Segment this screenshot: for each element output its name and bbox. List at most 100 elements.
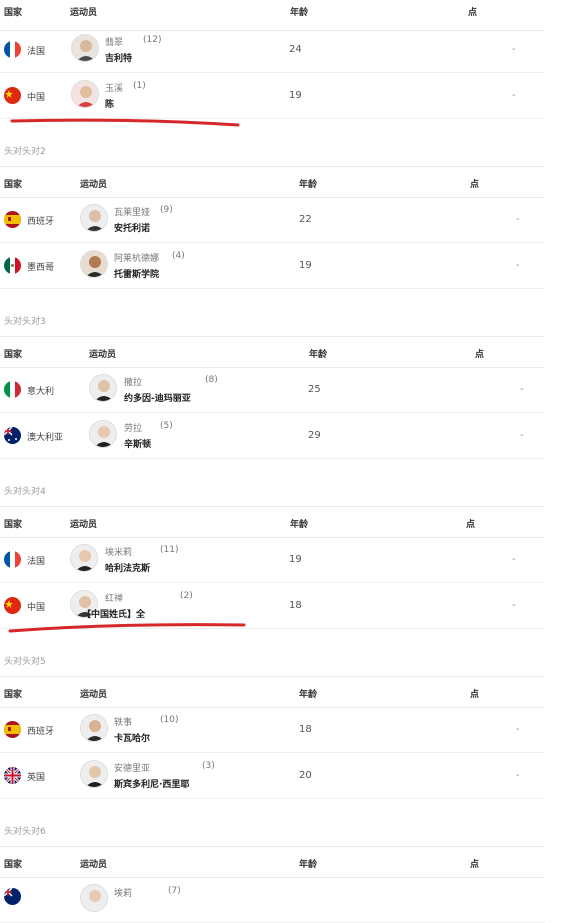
- section-title: 头对头对6: [4, 827, 46, 837]
- header-age: 年龄: [309, 350, 328, 360]
- country-name: 西班牙: [27, 727, 55, 737]
- athlete-avatar: [80, 884, 108, 912]
- points-value: -: [516, 724, 520, 735]
- section-title: 头对头对2: [4, 147, 46, 157]
- points-value: -: [512, 44, 516, 55]
- age-value: 18: [289, 600, 302, 611]
- country-name: 意大利: [27, 387, 55, 397]
- table-row[interactable]: 法国 埃米莉 (11) 哈利法克斯 19 -: [0, 536, 545, 583]
- athlete-family-name[interactable]: 斯宾多利尼·西里耶: [114, 777, 189, 790]
- athlete-family-name[interactable]: 哈利法克斯: [105, 561, 150, 574]
- table-header: 国家 运动员 年龄 点: [0, 676, 545, 708]
- athlete-avatar: [89, 374, 117, 402]
- athlete-given-name: 埃米莉: [105, 548, 133, 558]
- table-header: 国家 运动员 年龄 点: [0, 846, 545, 878]
- header-athlete: 运动员: [70, 520, 98, 530]
- athlete-avatar: [70, 544, 98, 572]
- athlete-family-name[interactable]: 约多因-迪玛丽亚: [124, 391, 191, 404]
- header-age: 年龄: [299, 860, 318, 870]
- table-row[interactable]: 西班牙 瓦莱里娅 (9) 安托利诺 22 -: [0, 196, 545, 243]
- athlete-given-name: 红禅: [105, 594, 124, 604]
- australia-flag-icon: [4, 427, 21, 444]
- athlete-avatar: [80, 714, 108, 742]
- athlete-given-name: 劳拉: [124, 424, 143, 434]
- table-row[interactable]: 墨西哥 阿莱杭德娜 (4) 托雷斯学院 19 -: [0, 242, 545, 289]
- athlete-family-name[interactable]: 托雷斯学院: [114, 267, 159, 280]
- country-name: 西班牙: [27, 217, 55, 227]
- table-row[interactable]: 英国 安德里亚 (3) 斯宾多利尼·西里耶 20 -: [0, 752, 545, 799]
- header-age: 年龄: [299, 180, 318, 190]
- athlete-given-name: 埃莉: [114, 889, 133, 899]
- athlete-given-name: 翡翠: [105, 38, 124, 48]
- header-country: 国家: [4, 180, 23, 190]
- age-value: 19: [289, 554, 302, 565]
- section-title: 头对头对3: [4, 317, 46, 327]
- table-row[interactable]: 中国 红禅 (2) 【中国姓氏】全 18 -: [0, 582, 545, 629]
- country-name: 中国: [27, 603, 46, 613]
- header-points: 点: [470, 860, 480, 870]
- china-flag-icon: [4, 87, 21, 104]
- table-header: 国家 运动员 年龄 点: [0, 336, 545, 368]
- age-value: 25: [308, 384, 321, 395]
- athlete-family-name[interactable]: 陈: [105, 97, 114, 110]
- table-row[interactable]: 埃莉 (7): [0, 876, 545, 923]
- athlete-family-name[interactable]: 【中国姓氏】全: [82, 607, 145, 620]
- header-age: 年龄: [299, 690, 318, 700]
- age-value: 18: [299, 724, 312, 735]
- points-value: -: [516, 214, 520, 225]
- seed-number: (4): [172, 251, 185, 261]
- spain-flag-icon: [4, 211, 21, 228]
- athlete-given-name: 撒拉: [124, 378, 143, 388]
- country-name: 中国: [27, 93, 46, 103]
- country-name: 墨西哥: [27, 263, 55, 273]
- header-athlete: 运动员: [89, 350, 117, 360]
- athlete-family-name[interactable]: 卡瓦哈尔: [114, 731, 150, 744]
- table-header: 国家 运动员 年龄 点: [0, 506, 545, 538]
- athlete-family-name[interactable]: 辛斯顿: [124, 437, 151, 450]
- seed-number: (8): [205, 375, 218, 385]
- athlete-avatar: [71, 80, 99, 108]
- table-row[interactable]: 西班牙 轶事 (10) 卡瓦哈尔 18 -: [0, 706, 545, 753]
- france-flag-icon: [4, 551, 21, 568]
- points-value: -: [516, 260, 520, 271]
- athlete-given-name: 轶事: [114, 718, 133, 728]
- seed-number: (9): [160, 205, 173, 215]
- header-points: 点: [470, 180, 480, 190]
- seed-number: (2): [180, 591, 193, 601]
- header-athlete: 运动员: [70, 8, 98, 18]
- athlete-avatar: [71, 34, 99, 62]
- header-country: 国家: [4, 350, 23, 360]
- table-row[interactable]: 中国 玉溪 (1) 陈 19 -: [0, 72, 545, 119]
- header-points: 点: [466, 520, 476, 530]
- china-flag-icon: [4, 597, 21, 614]
- table-row[interactable]: 意大利 撒拉 (8) 约多因-迪玛丽亚 25 -: [0, 366, 545, 413]
- header-country: 国家: [4, 520, 23, 530]
- header-country: 国家: [4, 8, 23, 18]
- athlete-given-name: 安德里亚: [114, 764, 151, 774]
- points-value: -: [512, 90, 516, 101]
- seed-number: (11): [160, 545, 179, 555]
- table-row[interactable]: 法国 翡翠 (12) 吉利特 24 -: [0, 26, 545, 73]
- athlete-avatar: [89, 420, 117, 448]
- section-title: 头对头对5: [4, 657, 46, 667]
- points-value: -: [512, 600, 516, 611]
- age-value: 19: [299, 260, 312, 271]
- country-name: 法国: [27, 47, 46, 57]
- points-value: -: [516, 770, 520, 781]
- section-title: 头对头对4: [4, 487, 46, 497]
- seed-number: (1): [133, 81, 146, 91]
- header-age: 年龄: [290, 520, 309, 530]
- age-value: 19: [289, 90, 302, 101]
- seed-number: (3): [202, 761, 215, 771]
- athlete-avatar: [80, 760, 108, 788]
- athlete-family-name[interactable]: 吉利特: [105, 51, 132, 64]
- points-value: -: [520, 430, 524, 441]
- mexico-flag-icon: [4, 257, 21, 274]
- table-row[interactable]: 澳大利亚 劳拉 (5) 辛斯顿 29 -: [0, 412, 545, 459]
- country-name: 澳大利亚: [27, 433, 64, 443]
- table-header: 国家 运动员 年龄 点: [0, 166, 545, 198]
- uk-flag-icon: [4, 767, 21, 784]
- age-value: 22: [299, 214, 312, 225]
- header-country: 国家: [4, 860, 23, 870]
- athlete-family-name[interactable]: 安托利诺: [114, 221, 150, 234]
